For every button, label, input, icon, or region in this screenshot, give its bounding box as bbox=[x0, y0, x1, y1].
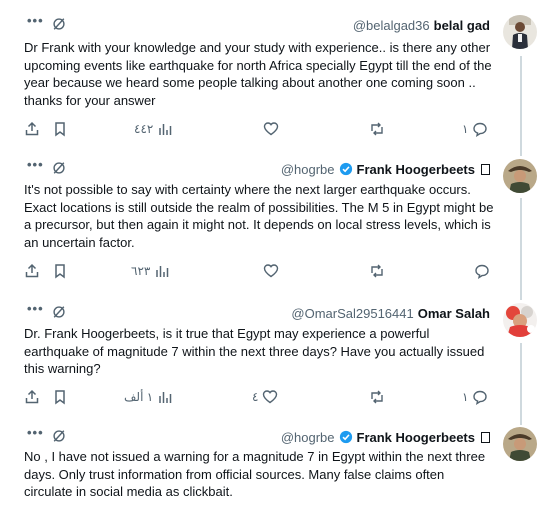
display-name[interactable]: Frank Hoogerbeets bbox=[357, 430, 475, 445]
repost-icon bbox=[371, 390, 383, 404]
tweet[interactable]: @OmarSal29516441 Omar Salah ••• Dr. Fran… bbox=[0, 294, 548, 420]
avatar[interactable] bbox=[503, 427, 537, 461]
grok-icon[interactable] bbox=[52, 17, 66, 31]
views-icon bbox=[159, 124, 172, 135]
share-button[interactable] bbox=[24, 261, 40, 281]
bookmark-button[interactable] bbox=[52, 261, 68, 281]
reply-button[interactable]: ١ bbox=[462, 387, 488, 407]
like-button[interactable] bbox=[263, 119, 279, 139]
views-button[interactable]: ١ ألف bbox=[124, 387, 173, 407]
like-button[interactable]: ٤ bbox=[252, 387, 278, 407]
grok-icon[interactable] bbox=[52, 305, 66, 319]
replies-count: ١ bbox=[462, 390, 469, 404]
views-button[interactable]: ٤٤٢ bbox=[134, 119, 173, 139]
tweet-actions: ٤٤٢ ١ bbox=[0, 119, 548, 139]
tweet[interactable]: @belalgad36 belal gad ••• Dr Frank with … bbox=[0, 0, 548, 150]
tweet-text: Dr. Frank Hoogerbeets, is it true that E… bbox=[24, 326, 485, 376]
views-count: ٤٤٢ bbox=[134, 122, 154, 136]
reply-icon bbox=[475, 264, 489, 279]
more-icon[interactable]: ••• bbox=[27, 13, 44, 28]
bookmark-icon bbox=[55, 264, 65, 279]
tweet-header: @hogrbe Frank Hoogerbeets bbox=[281, 428, 490, 446]
user-handle[interactable]: @OmarSal29516441 bbox=[291, 306, 413, 321]
repost-icon bbox=[371, 264, 383, 278]
views-count: ٦٢٣ bbox=[131, 264, 151, 278]
tweet-header: @belalgad36 belal gad bbox=[353, 16, 490, 34]
like-button[interactable] bbox=[263, 261, 279, 281]
reply-icon bbox=[473, 390, 488, 405]
user-handle[interactable]: @belalgad36 bbox=[353, 18, 430, 33]
share-button[interactable] bbox=[24, 387, 40, 407]
share-button[interactable] bbox=[24, 119, 40, 139]
reply-icon bbox=[473, 122, 488, 137]
grok-icon[interactable] bbox=[52, 161, 66, 175]
verified-badge-icon bbox=[339, 162, 352, 176]
share-icon bbox=[25, 389, 39, 404]
bookmark-button[interactable] bbox=[52, 119, 68, 139]
reply-button[interactable] bbox=[474, 261, 490, 281]
verified-badge-icon bbox=[339, 430, 352, 444]
user-handle[interactable]: @hogrbe bbox=[281, 430, 335, 445]
views-icon bbox=[159, 392, 172, 403]
grok-icon[interactable] bbox=[52, 429, 66, 443]
tweet-header: @OmarSal29516441 Omar Salah bbox=[291, 304, 490, 322]
bookmark-icon bbox=[55, 122, 65, 137]
like-icon bbox=[263, 264, 279, 278]
emoji-placeholder bbox=[481, 163, 490, 175]
views-icon bbox=[156, 266, 169, 277]
repost-button[interactable] bbox=[369, 119, 385, 139]
display-name[interactable]: Omar Salah bbox=[418, 306, 490, 321]
display-name[interactable]: belal gad bbox=[434, 18, 490, 33]
tweet[interactable]: @hogrbe Frank Hoogerbeets ••• No , I hav… bbox=[0, 420, 548, 507]
avatar[interactable] bbox=[503, 159, 537, 193]
more-icon[interactable]: ••• bbox=[27, 425, 44, 440]
repost-icon bbox=[371, 122, 383, 136]
tweet-header: @hogrbe Frank Hoogerbeets bbox=[281, 160, 490, 178]
conversation-thread: @belalgad36 belal gad ••• Dr Frank with … bbox=[0, 0, 548, 507]
share-icon bbox=[25, 263, 39, 278]
share-icon bbox=[25, 121, 39, 136]
bookmark-button[interactable] bbox=[52, 387, 68, 407]
avatar[interactable] bbox=[503, 15, 537, 49]
display-name[interactable]: Frank Hoogerbeets bbox=[357, 162, 475, 177]
repost-button[interactable] bbox=[369, 261, 385, 281]
reply-button[interactable]: ١ bbox=[462, 119, 488, 139]
user-handle[interactable]: @hogrbe bbox=[281, 162, 335, 177]
tweet-text: Dr Frank with your knowledge and your st… bbox=[24, 40, 492, 108]
like-icon bbox=[263, 390, 278, 404]
more-icon[interactable]: ••• bbox=[27, 301, 44, 316]
tweet-text: It's not possible to say with certainty … bbox=[24, 182, 494, 250]
repost-button[interactable] bbox=[369, 387, 385, 407]
avatar[interactable] bbox=[503, 303, 537, 337]
likes-count: ٤ bbox=[252, 390, 259, 404]
views-count: ١ ألف bbox=[124, 390, 154, 404]
like-icon bbox=[263, 122, 279, 136]
bookmark-icon bbox=[55, 390, 65, 405]
more-icon[interactable]: ••• bbox=[27, 157, 44, 172]
emoji-placeholder bbox=[481, 431, 490, 443]
tweet-actions: ٦٢٣ bbox=[0, 261, 548, 281]
tweet[interactable]: @hogrbe Frank Hoogerbeets ••• It's not p… bbox=[0, 150, 548, 294]
tweet-text: No , I have not issued a warning for a m… bbox=[24, 449, 486, 499]
tweet-actions: ١ ألف ٤ ١ bbox=[0, 387, 548, 407]
views-button[interactable]: ٦٢٣ bbox=[131, 261, 170, 281]
replies-count: ١ bbox=[462, 122, 469, 136]
